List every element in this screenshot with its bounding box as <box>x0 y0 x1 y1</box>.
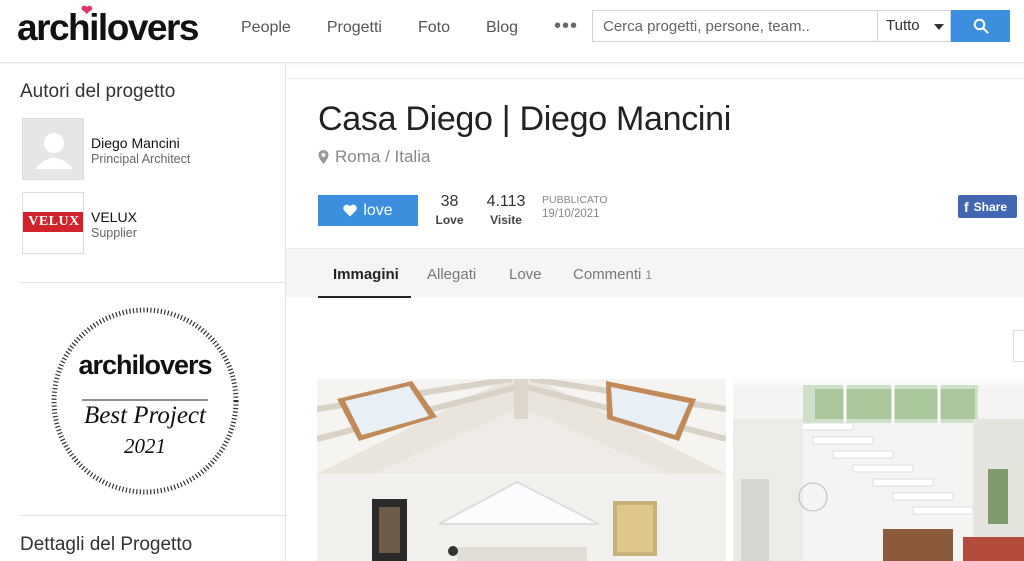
photo-image <box>733 379 1024 561</box>
love-count-label: Love <box>435 213 464 227</box>
nav-foto[interactable]: Foto <box>418 19 450 38</box>
top-header: archilovers ❤ People Progetti Foto Blog … <box>0 0 1024 63</box>
divider <box>20 515 286 516</box>
love-count-value: 38 <box>440 193 459 210</box>
badge-ring <box>51 307 239 495</box>
author-item[interactable]: VELUX VELUX Supplier <box>22 192 272 254</box>
nav-people[interactable]: People <box>241 19 291 38</box>
tab-label: Allegati <box>427 266 477 283</box>
location-text: Roma / Italia <box>335 147 431 166</box>
facebook-share-button[interactable]: f Share <box>958 195 1017 218</box>
badge-year: 2021 <box>124 434 166 458</box>
project-location[interactable]: Roma / Italia <box>318 147 430 167</box>
authors-title: Autori del progetto <box>20 81 176 102</box>
tab-label: Immagini <box>333 266 399 283</box>
project-photo-staircase[interactable] <box>733 379 1024 561</box>
user-placeholder-icon <box>23 119 83 179</box>
visits-value: 4.113 <box>486 193 526 210</box>
avatar[interactable] <box>22 118 84 180</box>
search-filter-value: Tutto <box>886 17 920 34</box>
love-button-label: love <box>363 201 393 219</box>
heart-icon: ❤ <box>81 2 93 18</box>
love-count: 38 Love <box>433 193 466 227</box>
author-role: Supplier <box>91 226 137 240</box>
love-button[interactable]: love <box>318 195 418 226</box>
sidebar: Autori del progetto Diego Mancini Princi… <box>0 64 286 561</box>
nav-blog[interactable]: Blog <box>486 19 518 38</box>
details-title: Dettagli del Progetto <box>20 534 193 555</box>
visits-count: 4.113 Visite <box>482 193 530 227</box>
tab-love[interactable]: Love <box>509 249 542 298</box>
author-name[interactable]: VELUX <box>91 209 137 225</box>
badge-title: Best Project <box>84 402 206 429</box>
search-icon <box>973 18 989 34</box>
photo-image <box>317 379 726 561</box>
archilovers-logo[interactable]: archilovers ❤ <box>17 2 199 50</box>
nav-progetti[interactable]: Progetti <box>327 19 382 38</box>
search-filter-select[interactable]: Tutto <box>877 10 951 42</box>
visits-label: Visite <box>490 213 522 227</box>
divider <box>286 78 1024 79</box>
tab-allegati[interactable]: Allegati <box>427 249 476 298</box>
chevron-down-icon <box>934 24 944 30</box>
tab-count: 1 <box>645 268 653 282</box>
published-date: 19/10/2021 <box>542 208 600 220</box>
badge-brand: archilovers <box>78 350 212 380</box>
view-toggle[interactable] <box>1013 330 1024 362</box>
tab-immagini[interactable]: Immagini <box>318 249 411 298</box>
search-input[interactable] <box>592 10 878 42</box>
share-label: Share <box>973 199 1008 214</box>
tab-label: Love <box>509 266 542 283</box>
divider <box>20 282 286 283</box>
logo-text: archilovers <box>17 7 199 48</box>
search-button[interactable] <box>951 10 1010 42</box>
facebook-icon: f <box>964 198 969 215</box>
velux-logo[interactable]: VELUX <box>22 192 84 254</box>
heart-icon <box>343 204 358 217</box>
more-menu-icon[interactable]: ••• <box>554 15 578 38</box>
author-name[interactable]: Diego Mancini <box>91 135 180 151</box>
map-pin-icon <box>318 150 329 164</box>
main-nav: People Progetti Foto Blog ••• <box>241 15 614 38</box>
author-role: Principal Architect <box>91 152 191 166</box>
author-item[interactable]: Diego Mancini Principal Architect <box>22 118 272 180</box>
published-info: PUBBLICATO 19/10/2021 <box>542 194 608 220</box>
published-label: PUBBLICATO <box>542 194 608 206</box>
best-project-badge: archilovers Best Project 2021 <box>50 306 240 496</box>
tab-label: Commenti <box>573 266 642 283</box>
project-tabs: Immagini Allegati Love Commenti 1 <box>286 248 1024 298</box>
project-title: Casa Diego | Diego Mancini <box>318 100 732 138</box>
tab-commenti[interactable]: Commenti 1 <box>573 249 652 298</box>
velux-logo-text: VELUX <box>23 212 83 232</box>
project-photo-attic[interactable] <box>317 379 726 561</box>
